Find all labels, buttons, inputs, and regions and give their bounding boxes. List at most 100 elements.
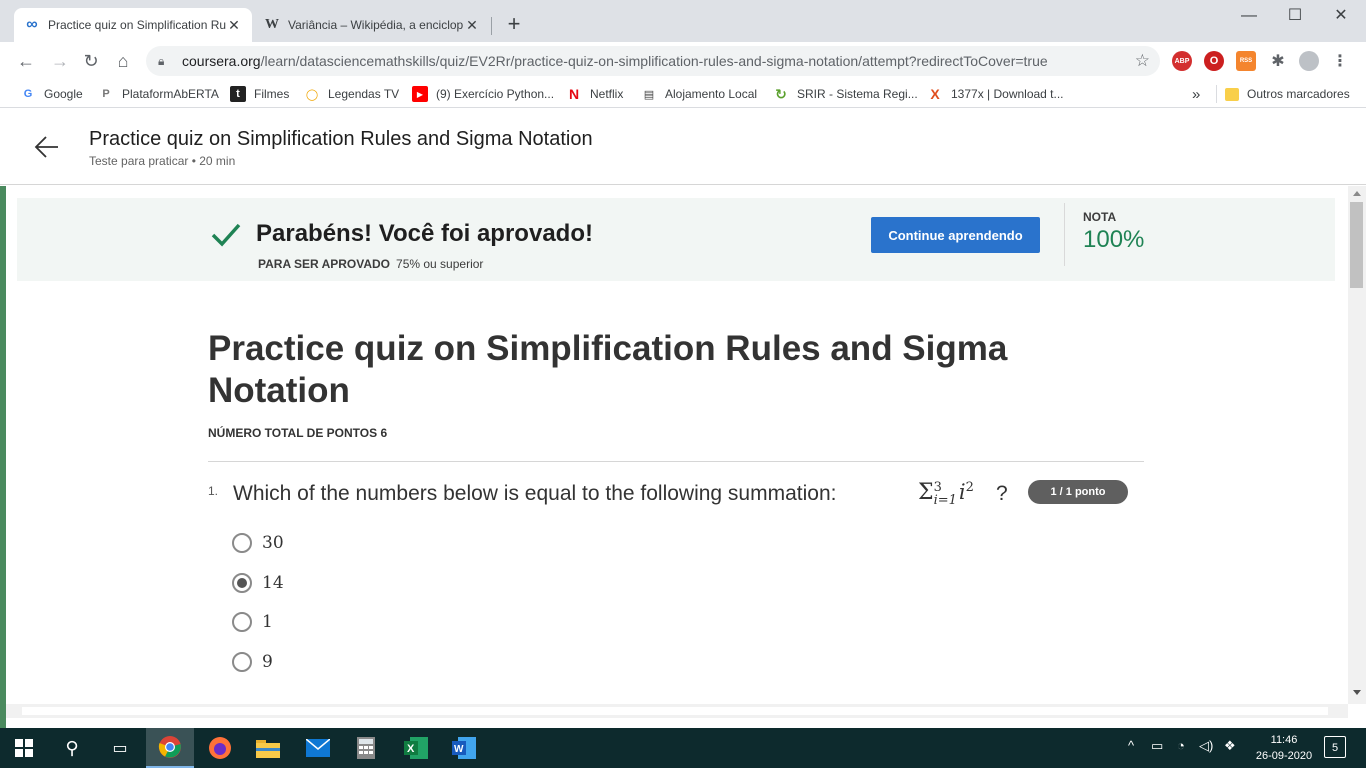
browser-toolbar: ← → ↻ ⌂ 🔒︎ coursera.org/learn/datascienc…	[0, 42, 1366, 80]
opera-vpn-extension-icon[interactable]: O	[1204, 51, 1224, 71]
bookmark-label: Google	[44, 87, 83, 101]
forward-icon[interactable]: →	[48, 49, 72, 73]
profile-avatar-icon[interactable]	[1299, 51, 1319, 71]
battery-icon[interactable]: ▭	[1151, 738, 1163, 754]
pass-requirement-label: PARA SER APROVADO	[258, 257, 391, 271]
tab-title: Practice quiz on Simplification Ru	[48, 18, 226, 32]
wikipedia-favicon-icon: W	[265, 17, 279, 32]
bookmark-netflix[interactable]: N Netflix	[566, 84, 623, 104]
calculator-taskbar-icon[interactable]	[342, 728, 390, 768]
horizontal-scrollbar[interactable]	[6, 704, 1348, 718]
bookmark-label: 1377x | Download t...	[951, 87, 1064, 101]
radio-button-selected[interactable]	[232, 573, 252, 593]
task-view-icon[interactable]: ▭	[96, 728, 144, 768]
vertical-scrollbar[interactable]	[1348, 186, 1366, 704]
radio-button[interactable]	[232, 533, 252, 553]
rss-extension-icon[interactable]: RSS	[1236, 51, 1256, 71]
word-taskbar-icon[interactable]: W	[440, 728, 488, 768]
bookmark-filmes[interactable]: t Filmes	[230, 84, 289, 104]
bookmarks-overflow-button[interactable]: »	[1192, 84, 1200, 104]
header-title: Practice quiz on Simplification Rules an…	[89, 128, 593, 150]
question-number: 1.	[208, 484, 219, 498]
minimize-button[interactable]: —	[1226, 4, 1272, 28]
bookmark-label: Outros marcadores	[1247, 87, 1350, 101]
question-text: Which of the numbers below is equal to t…	[233, 482, 837, 505]
bookmark-legendas-tv[interactable]: ◯ Legendas TV	[304, 84, 399, 104]
url-path: /learn/datasciencemathskills/quiz/EV2Rr/…	[260, 53, 1048, 69]
continue-learning-button[interactable]: Continue aprendendo	[871, 217, 1040, 253]
wifi-icon[interactable]: ◔	[1177, 738, 1185, 753]
bookmark-plataformaberta[interactable]: P PlataformAbERTA	[98, 84, 219, 104]
quiz-content: Parabéns! Você foi aprovado! PARA SER AP…	[6, 186, 1348, 704]
option-label: 14	[262, 573, 284, 593]
maximize-button[interactable]: ☐	[1272, 4, 1318, 28]
mail-taskbar-icon[interactable]	[294, 728, 342, 768]
bookmark-1377x[interactable]: X 1377x | Download t...	[927, 84, 1064, 104]
close-tab-icon[interactable]: ✕	[464, 17, 480, 34]
excel-taskbar-icon[interactable]: X	[392, 728, 440, 768]
tray-chevron-up-icon[interactable]: ^	[1128, 738, 1134, 753]
file-explorer-taskbar-icon[interactable]	[244, 728, 292, 768]
bookmark-srir[interactable]: ↻ SRIR - Sistema Regi...	[773, 84, 918, 104]
start-button[interactable]	[0, 728, 48, 768]
notification-count: 5	[1331, 742, 1339, 754]
bookmark-star-icon[interactable]: ☆	[1135, 51, 1150, 71]
bookmarks-bar: G Google P PlataformAbERTA t Filmes ◯ Le…	[0, 80, 1366, 108]
bookmark-label: Alojamento Local	[665, 87, 758, 101]
answer-option[interactable]: 30	[232, 533, 284, 553]
bookmark-label: Netflix	[590, 87, 624, 101]
extensions-puzzle-icon[interactable]: ✱	[1268, 51, 1288, 71]
scroll-up-arrow-icon[interactable]	[1353, 191, 1361, 196]
google-icon: G	[23, 88, 33, 100]
new-tab-button[interactable]: +	[503, 13, 525, 35]
tab-coursera[interactable]: ∞ Practice quiz on Simplification Ru ✕	[14, 8, 252, 42]
back-icon[interactable]: ←	[14, 49, 38, 73]
answer-option[interactable]: 9	[232, 652, 273, 672]
scrollbar-thumb[interactable]	[22, 707, 1328, 715]
bookmark-youtube[interactable]: ▶ (9) Exercício Python...	[412, 84, 554, 104]
header-subtitle: Teste para praticar • 20 min	[89, 154, 236, 168]
divider	[208, 461, 1144, 462]
grade-label: NOTA	[1083, 210, 1117, 224]
firefox-taskbar-icon[interactable]	[196, 728, 244, 768]
answer-option[interactable]: 1	[232, 612, 273, 632]
pass-requirement: PARA SER APROVADO 75% ou superior	[258, 257, 483, 271]
sum-upper-bound: 3	[933, 479, 942, 495]
reload-icon[interactable]: ↻	[79, 49, 103, 73]
home-icon[interactable]: ⌂	[111, 49, 135, 73]
bookmarks-divider	[1216, 85, 1217, 103]
chrome-taskbar-icon[interactable]	[146, 728, 194, 768]
sum-lower-bound: i=1	[933, 492, 957, 508]
other-bookmarks-folder[interactable]: Outros marcadores	[1216, 84, 1350, 104]
close-window-button[interactable]: ✕	[1318, 4, 1364, 28]
word-icon: W	[452, 737, 476, 759]
result-banner: Parabéns! Você foi aprovado! PARA SER AP…	[17, 198, 1335, 281]
back-arrow-icon[interactable]	[32, 132, 62, 162]
clock-time: 11:46	[1270, 734, 1298, 746]
radio-button[interactable]	[232, 652, 252, 672]
address-bar[interactable]: 🔒︎ coursera.org/learn/datasciencemathski…	[146, 46, 1160, 76]
bookmark-label: Filmes	[254, 87, 290, 101]
bookmark-alojamento-local[interactable]: ▤ Alojamento Local	[641, 84, 757, 104]
scrollbar-thumb[interactable]	[1350, 202, 1363, 288]
notifications-icon[interactable]: 5	[1324, 736, 1346, 758]
grade-divider	[1064, 203, 1065, 266]
pass-message: Parabéns! Você foi aprovado!	[256, 220, 593, 247]
dropbox-icon[interactable]: ❖	[1224, 738, 1236, 754]
search-icon[interactable]: ⚲	[48, 728, 96, 768]
menu-kebab-icon[interactable]: ⋮	[1330, 51, 1350, 71]
alojamento-icon: ▤	[643, 88, 655, 101]
scroll-down-arrow-icon[interactable]	[1353, 690, 1361, 695]
answer-option-selected[interactable]: 14	[232, 573, 284, 593]
url-host: coursera.org	[182, 53, 261, 69]
volume-icon[interactable]: ◁)	[1199, 738, 1213, 754]
system-clock[interactable]: 11:46 26-09-2020	[1252, 732, 1316, 764]
adblock-extension-icon[interactable]: ABP	[1172, 51, 1192, 71]
excel-icon: X	[404, 737, 428, 759]
close-tab-icon[interactable]: ✕	[226, 17, 242, 34]
tab-wikipedia[interactable]: W Variância – Wikipédia, a enciclop ✕	[254, 8, 490, 42]
folder-icon	[1225, 87, 1239, 101]
radio-button[interactable]	[232, 612, 252, 632]
bookmark-label: Legendas TV	[328, 87, 400, 101]
bookmark-google[interactable]: G Google	[20, 84, 83, 104]
